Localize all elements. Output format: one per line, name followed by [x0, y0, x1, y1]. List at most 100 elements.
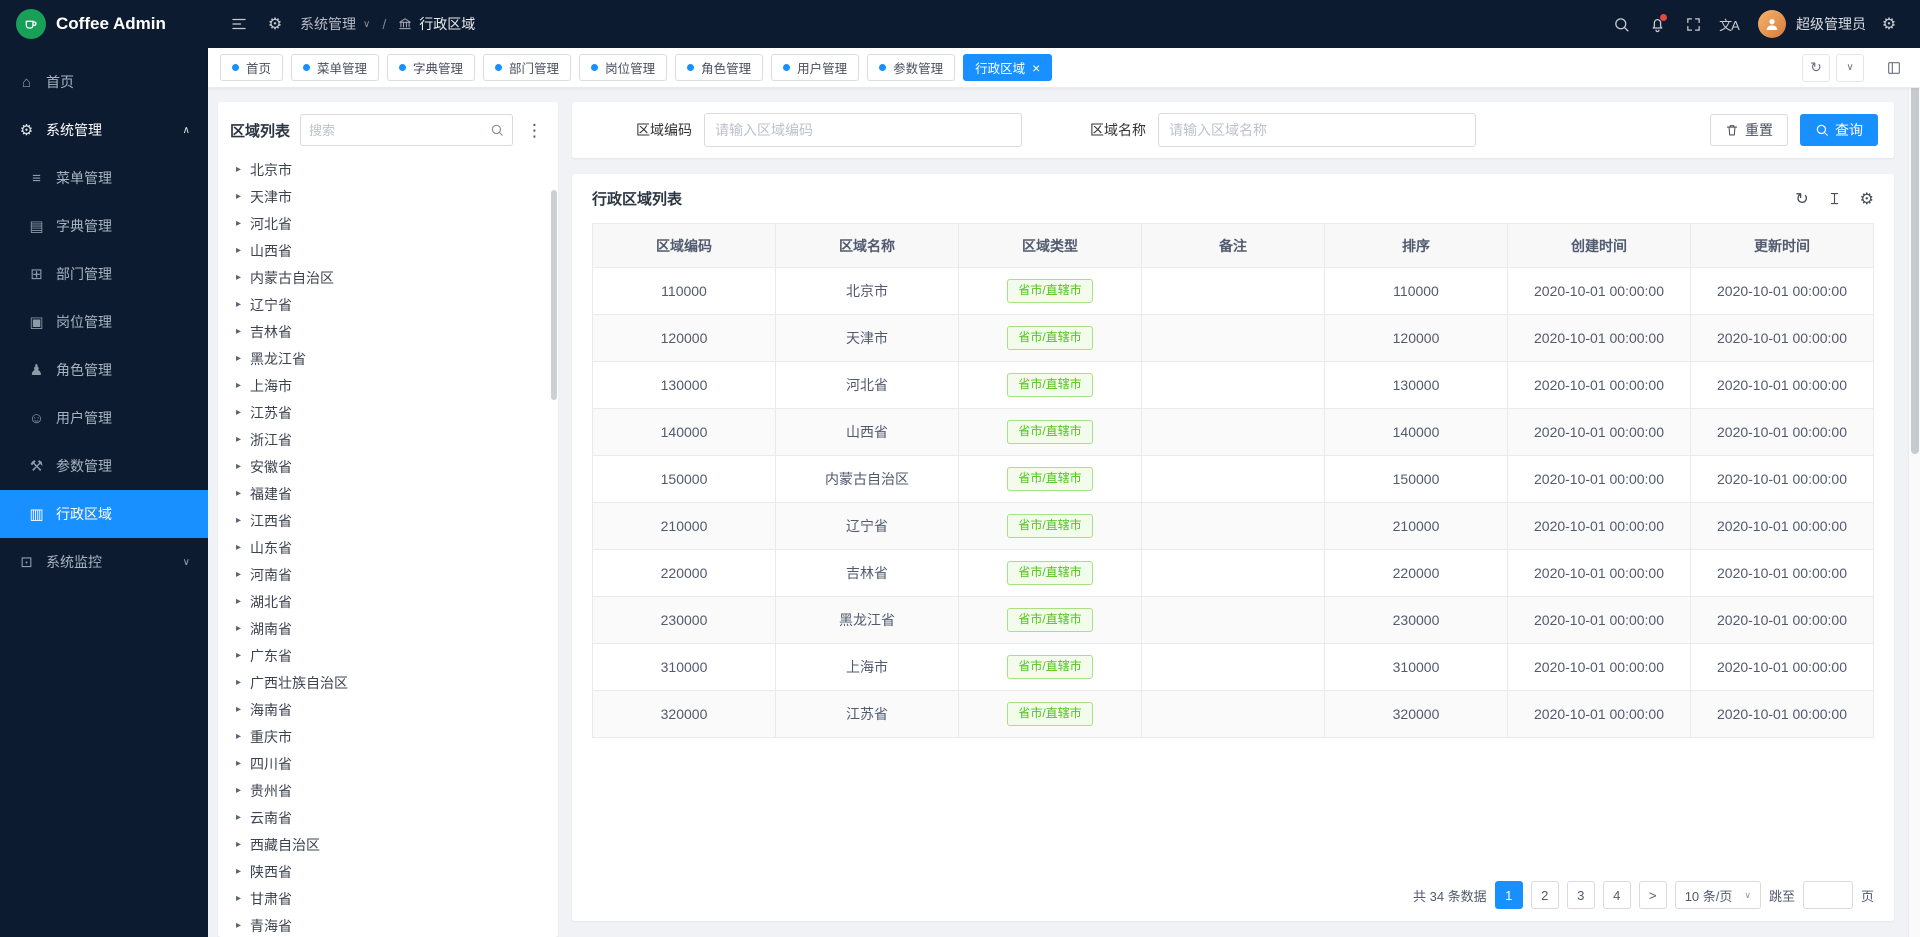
fullscreen-button[interactable] [1676, 7, 1710, 41]
table-row[interactable]: 320000江苏省省市/直辖市3200002020-10-01 00:00:00… [593, 691, 1874, 738]
tree-item[interactable]: ▸甘肃省 [230, 885, 546, 912]
column-settings-button[interactable]: ⚙ [1860, 189, 1874, 209]
tree-item[interactable]: ▸江苏省 [230, 399, 546, 426]
caret-right-icon[interactable]: ▸ [236, 677, 241, 688]
close-icon[interactable]: × [1032, 61, 1040, 75]
next-page-button[interactable]: > [1639, 881, 1667, 909]
region-code-input[interactable] [704, 113, 1022, 147]
tree-item[interactable]: ▸陕西省 [230, 858, 546, 885]
page-size-select[interactable]: 10 条/页 ∨ [1675, 881, 1761, 909]
refresh-tabs-button[interactable]: ↻ [1802, 54, 1830, 82]
sidebar-item-dict[interactable]: ▤字典管理 [0, 202, 208, 250]
tree-item[interactable]: ▸山东省 [230, 534, 546, 561]
tree-item[interactable]: ▸上海市 [230, 372, 546, 399]
table-row[interactable]: 310000上海市省市/直辖市3100002020-10-01 00:00:00… [593, 644, 1874, 691]
caret-right-icon[interactable]: ▸ [236, 785, 241, 796]
tree-item[interactable]: ▸贵州省 [230, 777, 546, 804]
tree-item[interactable]: ▸海南省 [230, 696, 546, 723]
tree-item[interactable]: ▸吉林省 [230, 318, 546, 345]
tree-item[interactable]: ▸青海省 [230, 912, 546, 937]
caret-right-icon[interactable]: ▸ [236, 704, 241, 715]
tree-item[interactable]: ▸重庆市 [230, 723, 546, 750]
tree-item[interactable]: ▸安徽省 [230, 453, 546, 480]
user-name[interactable]: 超级管理员 [1796, 14, 1866, 34]
tab-region[interactable]: 行政区域× [963, 54, 1052, 81]
table-row[interactable]: 120000天津市省市/直辖市1200002020-10-01 00:00:00… [593, 315, 1874, 362]
tree-scrollbar[interactable] [551, 190, 557, 400]
caret-right-icon[interactable]: ▸ [236, 893, 241, 904]
sidebar-item-system[interactable]: ⚙系统管理∧ [0, 106, 208, 154]
sidebar-item-post[interactable]: ▣岗位管理 [0, 298, 208, 346]
caret-right-icon[interactable]: ▸ [236, 218, 241, 229]
refresh-page-icon[interactable]: ⚙ [258, 7, 292, 41]
tab-menu[interactable]: 菜单管理 [291, 54, 379, 81]
breadcrumb-section[interactable]: 系统管理 [300, 14, 356, 34]
page-button-4[interactable]: 4 [1603, 881, 1631, 909]
page-button-1[interactable]: 1 [1495, 881, 1523, 909]
tree-item[interactable]: ▸广西壮族自治区 [230, 669, 546, 696]
search-icon[interactable] [490, 123, 504, 137]
table-row[interactable]: 140000山西省省市/直辖市1400002020-10-01 00:00:00… [593, 409, 1874, 456]
tab-post[interactable]: 岗位管理 [579, 54, 667, 81]
caret-right-icon[interactable]: ▸ [236, 596, 241, 607]
table-row[interactable]: 150000内蒙古自治区省市/直辖市1500002020-10-01 00:00… [593, 456, 1874, 503]
caret-right-icon[interactable]: ▸ [236, 299, 241, 310]
table-row[interactable]: 230000黑龙江省省市/直辖市2300002020-10-01 00:00:0… [593, 597, 1874, 644]
caret-right-icon[interactable]: ▸ [236, 353, 241, 364]
sidebar-item-param[interactable]: ⚒参数管理 [0, 442, 208, 490]
tree-item[interactable]: ▸天津市 [230, 183, 546, 210]
caret-right-icon[interactable]: ▸ [236, 164, 241, 175]
sidebar-item-role[interactable]: ♟角色管理 [0, 346, 208, 394]
table-row[interactable]: 130000河北省省市/直辖市1300002020-10-01 00:00:00… [593, 362, 1874, 409]
jump-page-input[interactable] [1803, 881, 1853, 909]
caret-right-icon[interactable]: ▸ [236, 758, 241, 769]
avatar[interactable] [1758, 10, 1786, 38]
search-button[interactable] [1604, 7, 1638, 41]
region-name-input[interactable] [1158, 113, 1476, 147]
reset-button[interactable]: 重置 [1710, 114, 1788, 146]
tree-item[interactable]: ▸河南省 [230, 561, 546, 588]
page-scrollbar-thumb[interactable] [1911, 62, 1919, 454]
tree-item[interactable]: ▸浙江省 [230, 426, 546, 453]
tab-role[interactable]: 角色管理 [675, 54, 763, 81]
caret-right-icon[interactable]: ▸ [236, 920, 241, 931]
search-submit-button[interactable]: 查询 [1800, 114, 1878, 146]
page-scrollbar[interactable] [1908, 48, 1920, 937]
tree-item[interactable]: ▸内蒙古自治区 [230, 264, 546, 291]
tree-search-input[interactable] [309, 123, 484, 138]
tree-item[interactable]: ▸江西省 [230, 507, 546, 534]
tree-item[interactable]: ▸山西省 [230, 237, 546, 264]
tree-item[interactable]: ▸云南省 [230, 804, 546, 831]
sidebar-item-region[interactable]: ▥行政区域 [0, 490, 208, 538]
tree-item[interactable]: ▸湖南省 [230, 615, 546, 642]
caret-right-icon[interactable]: ▸ [236, 731, 241, 742]
caret-right-icon[interactable]: ▸ [236, 272, 241, 283]
page-button-2[interactable]: 2 [1531, 881, 1559, 909]
caret-right-icon[interactable]: ▸ [236, 515, 241, 526]
caret-right-icon[interactable]: ▸ [236, 812, 241, 823]
tree-item[interactable]: ▸湖北省 [230, 588, 546, 615]
caret-right-icon[interactable]: ▸ [236, 434, 241, 445]
tree-item[interactable]: ▸西藏自治区 [230, 831, 546, 858]
refresh-table-button[interactable]: ↻ [1795, 189, 1808, 209]
caret-right-icon[interactable]: ▸ [236, 488, 241, 499]
tab-user[interactable]: 用户管理 [771, 54, 859, 81]
tree-item[interactable]: ▸黑龙江省 [230, 345, 546, 372]
tabs-dropdown-button[interactable]: ∨ [1836, 54, 1864, 82]
table-row[interactable]: 210000辽宁省省市/直辖市2100002020-10-01 00:00:00… [593, 503, 1874, 550]
caret-right-icon[interactable]: ▸ [236, 866, 241, 877]
caret-right-icon[interactable]: ▸ [236, 542, 241, 553]
app-logo[interactable]: Coffee Admin [0, 0, 208, 48]
caret-right-icon[interactable]: ▸ [236, 380, 241, 391]
tree-item[interactable]: ▸福建省 [230, 480, 546, 507]
caret-right-icon[interactable]: ▸ [236, 461, 241, 472]
tab-dict[interactable]: 字典管理 [387, 54, 475, 81]
sidebar-item-dept[interactable]: ⊞部门管理 [0, 250, 208, 298]
table-row[interactable]: 110000北京市省市/直辖市1100002020-10-01 00:00:00… [593, 268, 1874, 315]
sidebar-item-monitor[interactable]: ⊡系统监控∨ [0, 538, 208, 586]
tab-dept[interactable]: 部门管理 [483, 54, 571, 81]
more-options-button[interactable]: ⋮ [523, 122, 546, 139]
tab-param[interactable]: 参数管理 [867, 54, 955, 81]
table-row[interactable]: 220000吉林省省市/直辖市2200002020-10-01 00:00:00… [593, 550, 1874, 597]
tab-home[interactable]: 首页 [220, 54, 283, 81]
